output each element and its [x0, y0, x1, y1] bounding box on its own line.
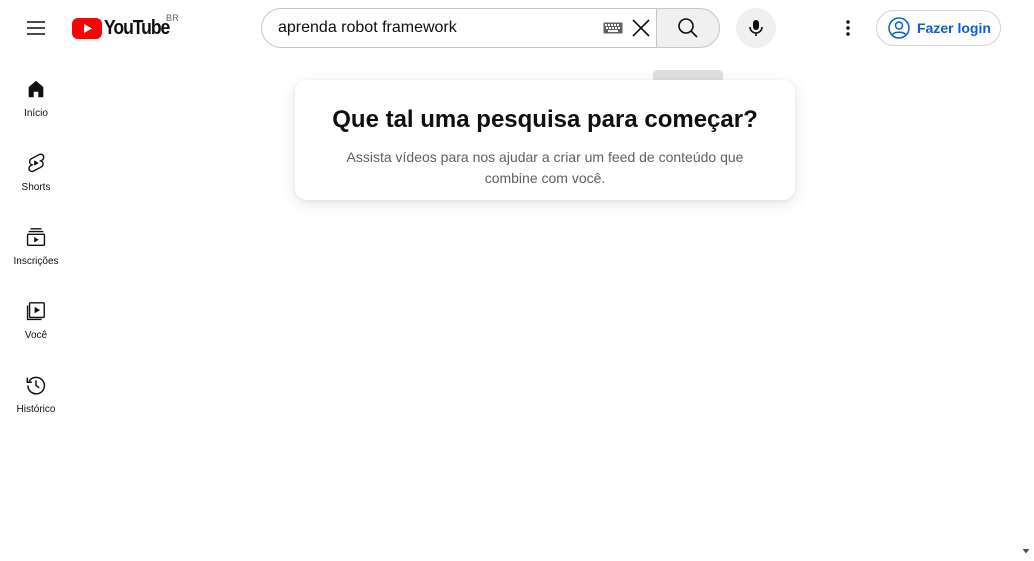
logo-wordmark: YouTube: [104, 17, 170, 39]
search-box: [261, 8, 657, 48]
sidebar-item-shorts[interactable]: Shorts: [0, 130, 72, 204]
masthead: YouTube BR aprenda robot framework Fazer…: [0, 0, 1034, 56]
search-icon: [678, 18, 698, 38]
guide-menu-button[interactable]: [16, 8, 56, 48]
close-icon: [632, 19, 650, 37]
nudge-title: Que tal uma pesquisa para começar?: [332, 106, 758, 133]
sidebar-item-label: Início: [24, 108, 48, 119]
sidebar-item-label: Shorts: [21, 182, 51, 193]
feed-nudge-card: Que tal uma pesquisa para começar? Assis…: [295, 80, 795, 200]
more-vertical-icon: [846, 20, 850, 36]
microphone-icon: [749, 20, 763, 36]
you-icon: [26, 302, 45, 321]
sidebar-item-label: Inscrições: [13, 256, 59, 267]
sign-in-label: Fazer login: [917, 20, 991, 36]
sidebar-item-home[interactable]: Início: [0, 56, 72, 130]
sidebar-item-subscriptions[interactable]: Inscrições: [0, 204, 72, 278]
clear-search-button[interactable]: [626, 13, 656, 43]
nudge-subtitle: Assista vídeos para nos ajudar a criar u…: [346, 149, 744, 186]
sign-in-button[interactable]: Fazer login: [876, 10, 1001, 46]
scroll-down-arrow-icon[interactable]: [1021, 546, 1031, 556]
mini-guide: Início Shorts Inscrições Você Histórico: [0, 56, 72, 426]
voice-search-button[interactable]: [736, 8, 776, 48]
hamburger-menu-icon: [27, 21, 45, 35]
shorts-icon: [28, 153, 45, 173]
youtube-logo[interactable]: YouTube BR: [72, 13, 180, 41]
sidebar-item-history[interactable]: Histórico: [0, 352, 72, 426]
sidebar-item-you[interactable]: Você: [0, 278, 72, 352]
youtube-play-icon: [72, 18, 102, 39]
search-input[interactable]: [278, 16, 588, 40]
subscriptions-icon: [26, 228, 46, 246]
keyboard-icon[interactable]: [603, 22, 623, 34]
more-options-button[interactable]: [828, 8, 868, 48]
sidebar-item-label: Você: [24, 330, 48, 341]
account-icon: [888, 17, 910, 39]
history-icon: [26, 376, 46, 395]
search-button[interactable]: [656, 8, 720, 48]
sidebar-item-label: Histórico: [16, 404, 56, 415]
country-code: BR: [166, 13, 180, 23]
home-icon: [28, 80, 44, 98]
